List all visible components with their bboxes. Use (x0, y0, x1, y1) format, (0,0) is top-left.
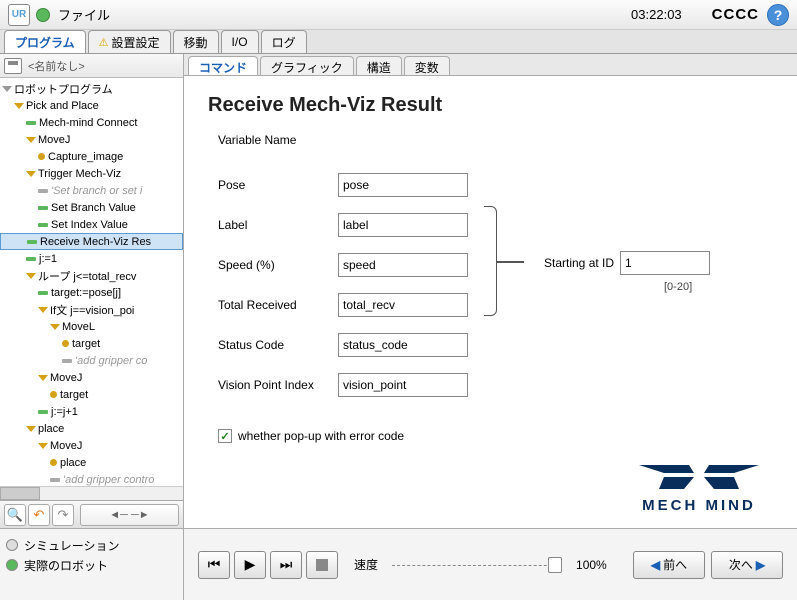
cccc-label: CCCC (712, 6, 759, 23)
main-tabs: プログラム ⚠設置設定 移動 I/O ログ (0, 30, 797, 54)
tree-item[interactable]: MoveL (0, 318, 183, 335)
subtab-variables[interactable]: 変数 (404, 56, 450, 75)
tree-root[interactable]: ロボットプログラム (0, 80, 183, 97)
tree-item[interactable]: MoveJ (0, 131, 183, 148)
clock: 03:22:03 (631, 7, 682, 22)
warning-icon: ⚠ (99, 36, 109, 49)
tree-scrollbar[interactable] (0, 486, 183, 500)
tree-item-selected[interactable]: Receive Mech-Viz Res (0, 233, 183, 250)
tree-item[interactable]: 'add gripper co (0, 352, 183, 369)
label-input[interactable] (338, 213, 468, 237)
save-icon[interactable] (4, 58, 22, 74)
tab-move[interactable]: 移動 (173, 30, 219, 53)
tree-item[interactable]: j:=j+1 (0, 403, 183, 420)
speed-input[interactable] (338, 253, 468, 277)
play-button[interactable]: ▶ (234, 551, 266, 579)
starting-id-input[interactable] (620, 251, 710, 275)
right-panel: コマンド グラフィック 構造 変数 Receive Mech-Viz Resul… (184, 54, 797, 528)
stop-button[interactable] (306, 551, 338, 579)
starting-id-label: Starting at ID (544, 256, 614, 270)
vpi-label: Vision Point Index (218, 378, 338, 392)
vpi-input[interactable] (338, 373, 468, 397)
speed-label: 速度 (354, 556, 378, 573)
tree-item[interactable]: Set Branch Value (0, 199, 183, 216)
sim-dot-icon (6, 539, 18, 551)
tree-item[interactable]: Trigger Mech-Viz (0, 165, 183, 182)
subtab-command[interactable]: コマンド (188, 56, 258, 75)
variable-name-heading: Variable Name (218, 133, 773, 147)
prev-button[interactable]: ◀前へ (633, 551, 705, 579)
bottom-left-panel: シミュレーション 実際のロボット (0, 529, 184, 600)
status-dot-icon (36, 8, 50, 22)
total-label: Total Received (218, 298, 338, 312)
redo-button[interactable]: ↷ (52, 504, 74, 526)
tab-io[interactable]: I/O (221, 30, 259, 53)
subtab-graphic[interactable]: グラフィック (260, 56, 354, 75)
tree-item[interactable]: Pick and Place (0, 97, 183, 114)
pose-input[interactable] (338, 173, 468, 197)
real-dot-icon (6, 559, 18, 571)
tab-log[interactable]: ログ (261, 30, 307, 53)
sub-tabs: コマンド グラフィック 構造 変数 (184, 54, 797, 76)
total-input[interactable] (338, 293, 468, 317)
tree-item[interactable]: 'Set branch or set i (0, 182, 183, 199)
status-label: Status Code (218, 338, 338, 352)
undo-button[interactable]: ↶ (28, 504, 50, 526)
tree-item[interactable]: target:=pose[j] (0, 284, 183, 301)
tree-item[interactable]: Mech-mind Connect (0, 114, 183, 131)
tree-item[interactable]: place (0, 454, 183, 471)
tree-item[interactable]: Set Index Value (0, 216, 183, 233)
checkbox-icon[interactable]: ✓ (218, 429, 232, 443)
tree-item[interactable]: place (0, 420, 183, 437)
speed-slider[interactable] (392, 562, 562, 568)
tree-item[interactable]: MoveJ (0, 437, 183, 454)
popup-checkbox-label: whether pop-up with error code (238, 429, 404, 443)
status-input[interactable] (338, 333, 468, 357)
bottom-right-panel: ⏮ ▶ ⏭ 速度 100% ◀前へ 次へ▶ (184, 529, 797, 600)
tree-item[interactable]: If文 j==vision_poi (0, 301, 183, 318)
tree-toolbar: 🔍 ↶ ↷ ◄─ ─► (0, 500, 183, 528)
nav-arrows-widget[interactable]: ◄─ ─► (80, 504, 179, 526)
skip-back-button[interactable]: ⏮ (198, 551, 230, 579)
titlebar: UR ファイル 03:22:03 CCCC ? (0, 0, 797, 30)
speed-value: 100% (576, 558, 607, 572)
tree-item[interactable]: MoveJ (0, 369, 183, 386)
filename: <名前なし> (28, 58, 85, 74)
tree-item[interactable]: Capture_image (0, 148, 183, 165)
program-tree[interactable]: ロボットプログラム Pick and Place Mech-mind Conne… (0, 78, 183, 486)
help-button[interactable]: ? (767, 4, 789, 26)
skip-forward-button[interactable]: ⏭ (270, 551, 302, 579)
popup-checkbox-row[interactable]: ✓ whether pop-up with error code (218, 429, 773, 443)
tree-item[interactable]: j:=1 (0, 250, 183, 267)
starting-id-row: Starting at ID (544, 251, 710, 275)
search-button[interactable]: 🔍 (4, 504, 26, 526)
speed-thumb-icon[interactable] (548, 557, 562, 573)
bottom-bar: シミュレーション 実際のロボット ⏮ ▶ ⏭ 速度 100% ◀前へ 次へ▶ (0, 528, 797, 600)
simulation-row[interactable]: シミュレーション (6, 535, 177, 555)
tab-installation[interactable]: ⚠設置設定 (88, 30, 171, 53)
tree-item[interactable]: 'add gripper contro (0, 471, 183, 486)
subtab-structure[interactable]: 構造 (356, 56, 402, 75)
command-panel: Receive Mech-Viz Result Variable Name Po… (184, 76, 797, 528)
real-robot-row[interactable]: 実際のロボット (6, 555, 177, 575)
tree-item[interactable]: target (0, 386, 183, 403)
mech-mind-logo: MECH MIND (629, 463, 769, 514)
tree-item[interactable]: target (0, 335, 183, 352)
pose-label: Pose (218, 178, 338, 192)
tree-item[interactable]: ループ j<=total_recv (0, 267, 183, 284)
bracket-icon (484, 206, 524, 316)
tab-program[interactable]: プログラム (4, 30, 86, 53)
play-controls: ⏮ ▶ ⏭ (198, 551, 338, 579)
range-hint: [0-20] (664, 281, 692, 293)
ur-logo: UR (8, 4, 30, 26)
logo-text: MECH MIND (629, 497, 769, 514)
label-label: Label (218, 218, 338, 232)
left-panel: <名前なし> ロボットプログラム Pick and Place Mech-min… (0, 54, 184, 528)
file-bar: <名前なし> (0, 54, 183, 78)
next-button[interactable]: 次へ▶ (711, 551, 783, 579)
speed-label: Speed (%) (218, 258, 338, 272)
file-menu[interactable]: ファイル (58, 5, 110, 24)
panel-title: Receive Mech-Viz Result (208, 94, 773, 117)
